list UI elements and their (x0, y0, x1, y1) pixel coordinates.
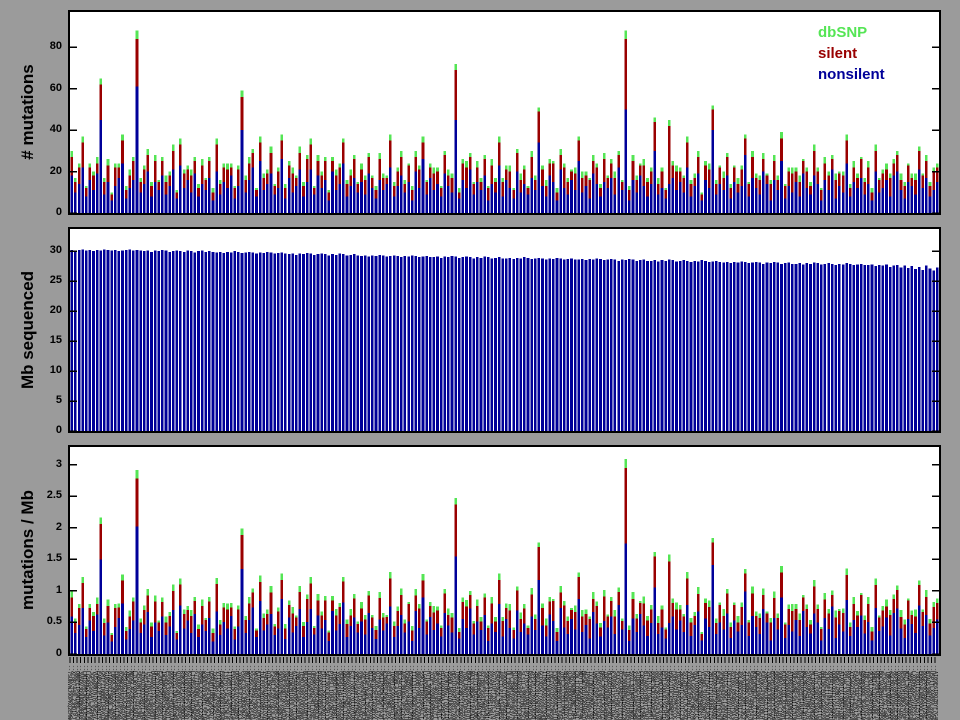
y-tick-label: 0 (0, 424, 62, 436)
y-tick-label: 2 (0, 521, 62, 533)
bars-svg (70, 229, 939, 431)
legend-item-nonsilent: nonsilent (818, 64, 885, 85)
panel-mutations-per-mb (68, 445, 941, 656)
legend-item-silent: silent (818, 43, 885, 64)
y-tick-label: 5 (0, 394, 62, 406)
panel-mb-sequenced (68, 227, 941, 433)
y-tick-label: 0.5 (0, 615, 62, 627)
bars-svg (70, 447, 939, 654)
y-tick-label: 20 (0, 165, 62, 177)
legend: dbSNP silent nonsilent (818, 22, 885, 85)
y-tick-label: 0 (0, 206, 62, 218)
y-tick-label: 3 (0, 458, 62, 470)
bars-svg (70, 12, 939, 213)
panel-num-mutations (68, 10, 941, 215)
y-tick-label: 15 (0, 334, 62, 346)
y-tick-label: 80 (0, 40, 62, 52)
ylabel-num-mutations: # mutations (18, 64, 38, 159)
y-tick-label: 1.5 (0, 552, 62, 564)
mutation-figure: # mutations dbSNP silent nonsilent Mb se… (0, 0, 960, 720)
y-tick-label: 1 (0, 584, 62, 596)
x-axis-sample-label-band: --7SUNVWJ9OPKQ2EMWOHBERX--XF8R7448L23HD1… (64, 657, 944, 720)
y-tick-label: 40 (0, 123, 62, 135)
y-tick-label: 30 (0, 244, 62, 256)
y-tick-label: 0 (0, 647, 62, 659)
y-tick-label: 60 (0, 82, 62, 94)
sample-tick-comb (64, 657, 944, 665)
legend-item-dbsnp: dbSNP (818, 22, 885, 43)
y-tick-label: 2.5 (0, 489, 62, 501)
y-tick-label: 10 (0, 364, 62, 376)
y-tick-label: 20 (0, 304, 62, 316)
y-tick-label: 25 (0, 274, 62, 286)
sample-label: --AI09E6IRQZBYF7G4WQIEA9 (932, 665, 938, 720)
